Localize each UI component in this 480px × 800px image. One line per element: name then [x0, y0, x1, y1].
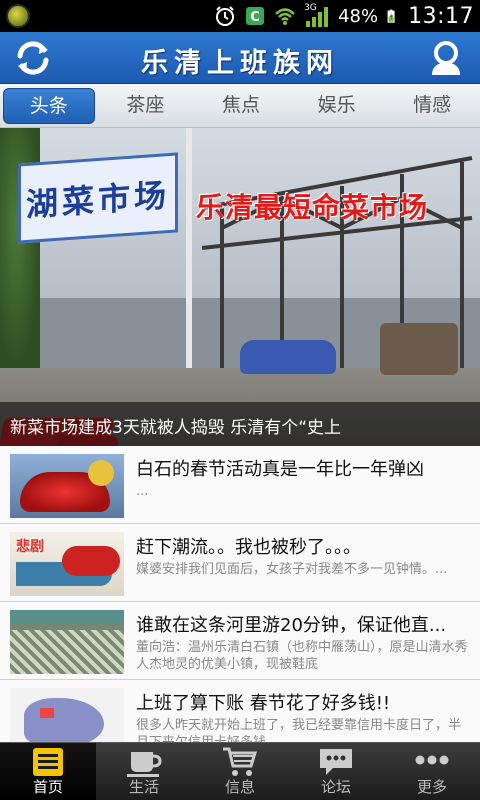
alarm-icon: [216, 6, 235, 26]
news-summary: 媒婆安排我们见面后，女孩子对我差不多一见钟情。...: [136, 562, 448, 577]
nav-more-label: 更多: [416, 778, 447, 796]
list-item[interactable]: 白石的春节活动真是一年比一年弹凶 ...: [0, 446, 480, 524]
thumbnail-label: 悲剧: [16, 539, 44, 555]
nav-info[interactable]: 信息: [192, 743, 288, 800]
nav-life-label: 生活: [128, 778, 159, 796]
signal-strength-icon: 3G: [304, 3, 330, 28]
nav-forum[interactable]: 论坛: [288, 743, 384, 800]
list-item[interactable]: 悲剧 赶下潮流。。我也被秒了。。。 媒婆安排我们见面后，女孩子对我差不多一见钟情…: [0, 524, 480, 602]
battery-charging-icon: [387, 9, 395, 23]
chat-icon: [320, 749, 352, 775]
nav-info-label: 信息: [224, 778, 255, 796]
coffee-icon: [127, 752, 162, 777]
news-thumbnail: [10, 454, 124, 518]
news-headline: 上班了算下账 春节花了好多钱!!: [136, 693, 391, 714]
home-icon: [33, 748, 63, 776]
hero-caption: 新菜市场建成3天就被人捣毁 乐清有个“史上: [10, 418, 342, 438]
c-app-icon: C: [246, 7, 265, 25]
hero-car: [240, 340, 336, 374]
user-profile-button[interactable]: [424, 37, 468, 79]
nav-life[interactable]: 生活: [96, 743, 192, 800]
more-icon: [415, 755, 449, 765]
cart-icon: [223, 747, 258, 776]
status-bar: C 3G 48% 13:17: [0, 0, 480, 32]
news-thumbnail: [10, 688, 124, 742]
list-item[interactable]: 谁敢在这条河里游20分钟，保证他直... 董向浩：温州乐清白石镇（也称中雁荡山）…: [0, 602, 480, 680]
nav-home[interactable]: 首页: [0, 743, 96, 800]
user-icon: [432, 41, 460, 75]
bottom-navigation: 首页 生活 信息 论坛 更多: [0, 742, 480, 800]
svg-text:C: C: [250, 10, 260, 25]
clock: 13:17: [408, 3, 474, 29]
nav-more[interactable]: 更多: [384, 743, 480, 800]
tab-headlines[interactable]: 头条: [3, 87, 95, 124]
category-tabs: 头条 茶座 焦点 娱乐 情感: [0, 84, 480, 128]
wifi-icon: [275, 8, 295, 25]
tab-teahouse[interactable]: 茶座: [101, 88, 191, 124]
list-item[interactable]: 上班了算下账 春节花了好多钱!! 很多人昨天就开始上班了，我已经要靠信用卡度日了…: [0, 680, 480, 742]
news-headline: 赶下潮流。。我也被秒了。。。: [136, 537, 361, 558]
hero-overlay-title: 乐清最短命菜市场: [196, 191, 429, 224]
tab-entertainment[interactable]: 娱乐: [292, 88, 382, 124]
tab-emotion[interactable]: 情感: [387, 88, 477, 124]
news-headline: 谁敢在这条河里游20分钟，保证他直...: [136, 615, 447, 636]
battery-percent: 48%: [338, 5, 379, 27]
news-summary: 很多人昨天就开始上班了，我已经要靠信用卡度日了，半月下来欠信用卡好多钱: [136, 718, 462, 742]
app-notification-icon: [6, 4, 30, 28]
app-header: 乐清上班族网: [0, 32, 480, 84]
news-headline: 白石的春节活动真是一年比一年弹凶: [136, 459, 424, 480]
news-list: 白石的春节活动真是一年比一年弹凶 ... 悲剧 赶下潮流。。我也被秒了。。。 媒…: [0, 446, 480, 742]
nav-home-label: 首页: [32, 778, 63, 796]
market-sign: 湖菜市场: [18, 152, 178, 244]
nav-forum-label: 论坛: [320, 778, 351, 796]
tab-focus[interactable]: 焦点: [196, 88, 286, 124]
news-summary: ...: [136, 484, 149, 499]
news-summary: 董向浩：温州乐清白石镇（也称中雁荡山），原是山清水秀人杰地灵的优美小镇，现被鞋底: [136, 640, 468, 672]
hero-banner[interactable]: 湖菜市场 乐清最短命菜市场 新菜市场建成3天就被人捣毁 乐清有个“史上: [0, 128, 480, 446]
news-thumbnail: 悲剧: [10, 532, 124, 596]
news-thumbnail: [10, 610, 124, 674]
hero-truck: [380, 323, 458, 375]
page-title: 乐清上班族网: [141, 48, 339, 79]
